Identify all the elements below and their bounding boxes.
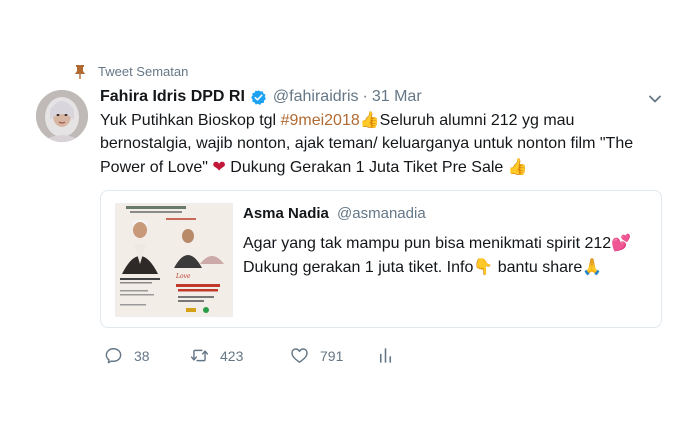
quoted-tweet-image[interactable]: Love [115,203,233,317]
hashtag-link[interactable]: #9mei2018 [281,112,360,129]
quoted-tweet-text: Agar yang tak mampu pun bisa menikmati s… [243,231,643,279]
chevron-down-icon[interactable] [648,92,662,106]
reply-icon [105,348,122,364]
quoted-text-line1: Agar yang tak mampu pun bisa menikmati s… [243,235,612,252]
tweet-text-part1: Yuk Putihkan Bioskop tgl [100,112,281,129]
quoted-tweet-card[interactable]: Love Asma Nadia @asmanadia Agar yang tak… [100,190,662,328]
pinned-label-text: Tweet Sematan [98,64,189,79]
avatar-photo [36,90,88,142]
pinned-tweet-label: Tweet Sematan [74,64,188,79]
pin-icon [75,64,85,79]
like-icon [291,348,308,363]
folded-hands-icon: 🙏 [582,257,603,276]
svg-text:Love: Love [175,273,191,280]
user-handle[interactable]: @fahiraidris [273,88,359,106]
reply-button[interactable]: 38 [104,346,190,365]
pointing-down-icon: 👇 [473,257,494,276]
retweet-icon [190,349,209,362]
tweet-date[interactable]: 31 Mar [372,88,422,106]
quoted-display-name[interactable]: Asma Nadia [243,205,329,222]
analytics-button[interactable] [376,346,395,365]
quoted-text-line2a: Dukung gerakan 1 juta tiket. Info [243,259,474,276]
tweet-actions: 38 423 791 [104,346,395,365]
like-button[interactable]: 791 [290,346,376,365]
heart-emoji-icon: ❤ [212,157,226,176]
header-separator: · [362,88,368,105]
thumbs-up-icon: 👍 [359,110,380,129]
retweet-count: 423 [220,347,244,364]
tweet-header: Fahira Idris DPD RI @fahiraidris · 31 Ma… [100,88,422,106]
display-name[interactable]: Fahira Idris DPD RI [100,88,245,106]
quoted-tweet-header: Asma Nadia @asmanadia [243,205,426,222]
quoted-text-line2b: bantu share [493,259,583,276]
analytics-icon [379,348,392,363]
avatar[interactable] [36,90,88,142]
tweet-text: Yuk Putihkan Bioskop tgl #9mei2018👍Selur… [100,108,660,179]
thumbs-up-icon-2: 👍 [507,157,528,176]
like-count: 791 [320,347,344,364]
quoted-handle[interactable]: @asmanadia [337,205,426,222]
tweet-text-part3: Dukung Gerakan 1 Juta Tiket Pre Sale [225,159,508,176]
poster-thumbnail: Love [116,204,232,316]
two-hearts-icon: 💕 [611,233,632,252]
reply-count: 38 [134,347,150,364]
verified-icon [250,89,266,105]
retweet-button[interactable]: 423 [190,346,290,365]
